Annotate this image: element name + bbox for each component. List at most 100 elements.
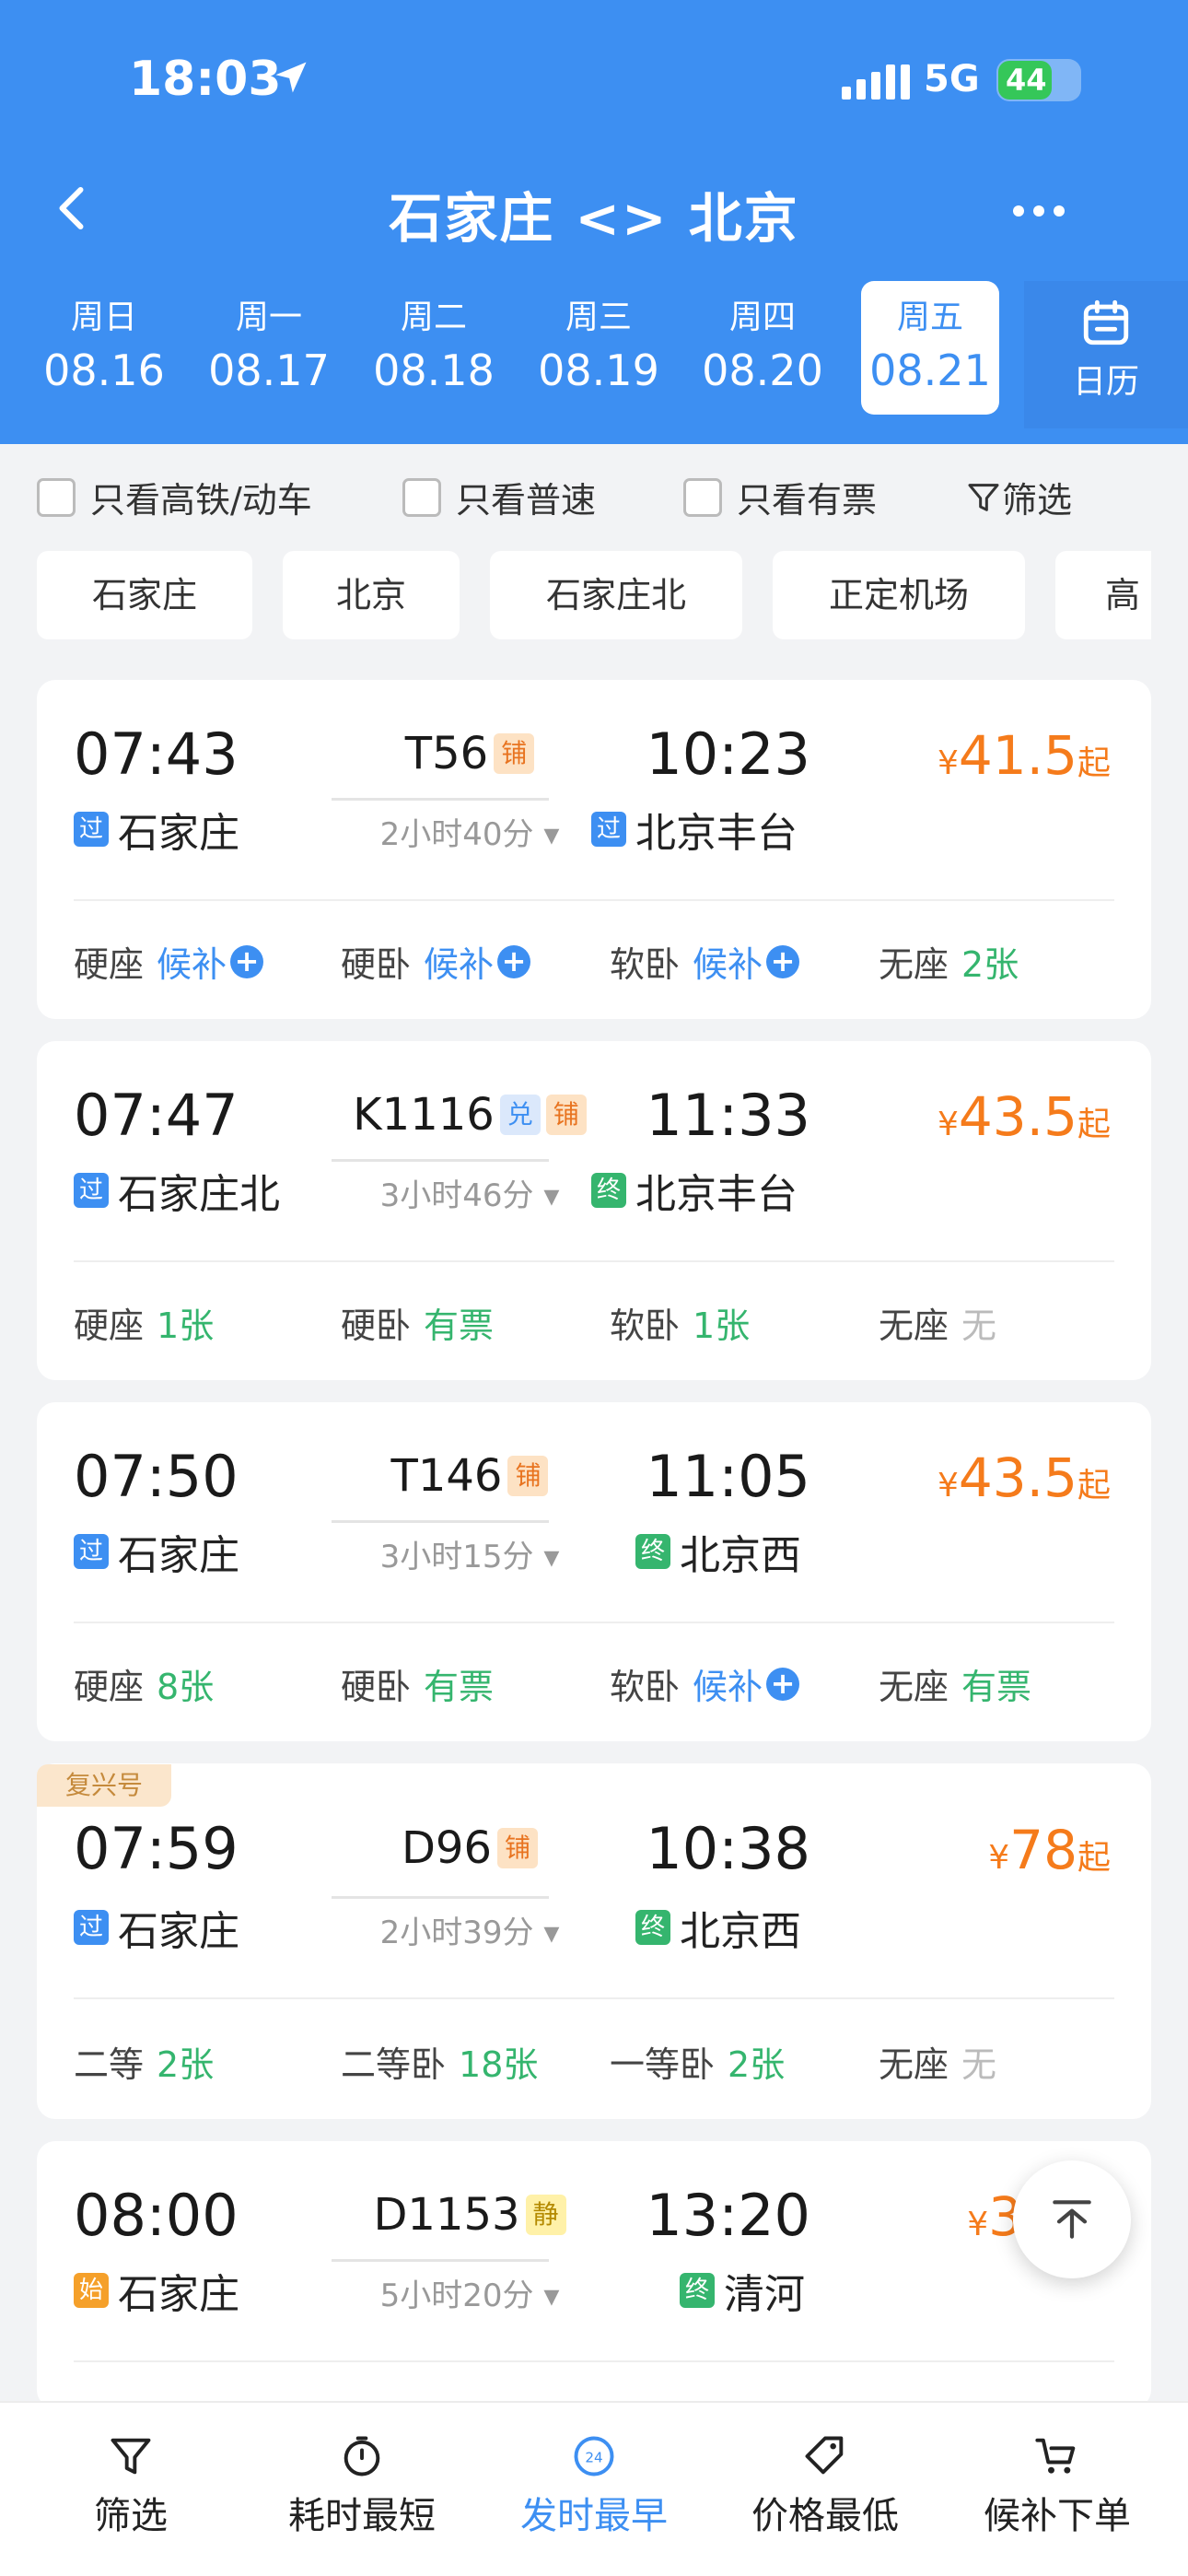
seat-info[interactable]: 无座 2张	[879, 936, 1019, 987]
departure-station: 过 石家庄	[74, 800, 239, 859]
duration[interactable]: 2小时39分 ▾	[332, 1907, 608, 1952]
seat-status: 有票	[424, 1306, 495, 1346]
bottom-sort-bar: 筛选 耗时最短 24 发时最早 价格最低 候补下单	[0, 2401, 1188, 2576]
network-type: 5G	[924, 58, 980, 100]
high-speed-checkbox[interactable]: 只看高铁/动车	[37, 472, 312, 522]
seat-info[interactable]: 软卧 候补 +	[610, 936, 800, 987]
date-tab-date: 08.17	[208, 345, 330, 395]
station-tag: 过	[74, 1534, 109, 1569]
seat-info[interactable]: 软卧 1张	[610, 1297, 750, 1348]
date-tab[interactable]: 周四 08.20	[693, 281, 832, 415]
plus-icon[interactable]: +	[766, 944, 800, 978]
station-chip[interactable]: 石家庄	[37, 551, 252, 639]
plus-icon[interactable]: +	[230, 944, 264, 978]
normal-speed-checkbox[interactable]: 只看普速	[402, 472, 596, 522]
date-tab-selected[interactable]: 周五 08.21	[861, 281, 999, 415]
date-tab[interactable]: 周一 08.17	[200, 281, 338, 415]
sort-earliest-button[interactable]: 24 发时最早	[493, 2425, 695, 2539]
more-dots-icon[interactable]	[1013, 203, 1074, 220]
train-card[interactable]: 07:50 T146 铺 11:05 ¥43.5起 过 石家庄 3小时15分 ▾…	[37, 1402, 1151, 1741]
price-suffix: 起	[1077, 1106, 1111, 1143]
date-tab[interactable]: 周日 08.16	[35, 281, 173, 415]
available-only-checkbox[interactable]: 只看有票	[683, 472, 877, 522]
seat-info[interactable]: 硬座 候补 +	[74, 936, 264, 987]
price-currency: ¥	[937, 1467, 959, 1505]
station-name: 北京西	[680, 1532, 801, 1579]
seat-status: 2张	[728, 2044, 786, 2085]
date-tab[interactable]: 周三 08.19	[530, 281, 668, 415]
duration[interactable]: 5小时20分 ▾	[332, 2270, 608, 2315]
seat-status: 候补	[693, 1667, 763, 1707]
plus-icon[interactable]: +	[497, 944, 531, 978]
station-tag: 终	[635, 1910, 670, 1945]
waitlist-order-button[interactable]: 候补下单	[956, 2425, 1159, 2539]
arrival-station: 终 清河	[680, 2261, 805, 2320]
bottom-filter-button[interactable]: 筛选	[29, 2425, 232, 2539]
seat-status: 有票	[424, 1667, 495, 1707]
duration-text: 2小时40分	[379, 816, 534, 853]
signal-icon	[842, 64, 915, 100]
duration[interactable]: 3小时15分 ▾	[332, 1531, 608, 1576]
bottom-item-label: 候补下单	[984, 2495, 1131, 2537]
station-tag: 终	[591, 1173, 626, 1208]
back-to-top-button[interactable]	[1013, 2160, 1131, 2278]
arrival-time: 10:23	[646, 720, 810, 788]
seat-info[interactable]: 硬座 8张	[74, 1658, 214, 1709]
station-chip[interactable]: 石家庄北	[490, 551, 742, 639]
checkbox-box	[402, 477, 441, 517]
calendar-button[interactable]: 日历	[1024, 281, 1188, 428]
price-value: 41.5	[958, 724, 1077, 787]
battery-level: 44	[998, 61, 1052, 100]
train-number-text: T146	[390, 1450, 503, 1502]
seat-status: 候补	[157, 944, 227, 985]
date-tab-date: 08.20	[702, 345, 823, 395]
seat-status: 1张	[157, 1306, 215, 1346]
train-number: T56 铺	[332, 728, 608, 779]
checkbox-box	[683, 477, 722, 517]
clock-24-icon: 24	[574, 2436, 614, 2476]
station-tag: 过	[74, 1173, 109, 1208]
duration[interactable]: 3小时46分 ▾	[332, 1170, 608, 1215]
filter-button[interactable]: 筛选	[965, 472, 1072, 522]
train-card[interactable]: 07:43 T56 铺 10:23 ¥41.5起 过 石家庄 2小时40分 ▾ …	[37, 680, 1151, 1019]
station-chip[interactable]: 高	[1055, 551, 1151, 639]
seat-info[interactable]: 无座 有票	[879, 1658, 1031, 1709]
seat-status: 2张	[157, 2044, 215, 2085]
seat-info[interactable]: 硬座 1张	[74, 1297, 214, 1348]
station-chip[interactable]: 正定机场	[773, 551, 1025, 639]
sort-shortest-button[interactable]: 耗时最短	[261, 2425, 463, 2539]
sort-lowest-price-button[interactable]: 价格最低	[724, 2425, 926, 2539]
date-tab[interactable]: 周二 08.18	[365, 281, 503, 415]
seat-type: 硬卧	[341, 944, 412, 985]
train-card[interactable]: 07:47 K1116 兑 铺 11:33 ¥43.5起 过 石家庄北 3小时4…	[37, 1041, 1151, 1380]
departure-station: 过 石家庄北	[74, 1161, 280, 1220]
station-name: 石家庄北	[118, 1171, 280, 1218]
checkbox-box	[37, 477, 76, 517]
battery-icon: 44	[996, 59, 1081, 101]
departure-time: 07:59	[74, 1815, 239, 1882]
seat-info[interactable]: 硬卧 有票	[341, 1658, 494, 1709]
train-card[interactable]: 08:00 D1153 静 13:20 ¥3 始 石家庄 5小时20分 ▾ 终 …	[37, 2141, 1151, 2408]
departure-time: 07:47	[74, 1082, 239, 1149]
seat-info[interactable]: 二等卧 18张	[341, 2036, 538, 2087]
seat-info[interactable]: 硬卧 候补 +	[341, 936, 531, 987]
station-tag: 过	[74, 1910, 109, 1945]
seat-info[interactable]: 硬卧 有票	[341, 1297, 494, 1348]
train-number-text: D96	[401, 1822, 493, 1874]
seat-status: 有票	[961, 1667, 1032, 1707]
seat-info[interactable]: 二等 2张	[74, 2036, 214, 2087]
arrival-time: 11:05	[646, 1443, 810, 1510]
seat-type: 无座	[879, 2044, 949, 2085]
duration[interactable]: 2小时40分 ▾	[332, 809, 608, 854]
svg-text:24: 24	[585, 2450, 602, 2466]
divider	[74, 2360, 1114, 2362]
seat-info[interactable]: 一等卧 2张	[610, 2036, 785, 2087]
price-suffix: 起	[1077, 1839, 1111, 1877]
seat-info[interactable]: 软卧 候补 +	[610, 1658, 800, 1709]
seat-type: 一等卧	[610, 2044, 716, 2085]
station-chip[interactable]: 北京	[283, 551, 460, 639]
date-tab-weekday: 周日	[70, 299, 137, 336]
plus-icon[interactable]: +	[766, 1667, 800, 1701]
train-card[interactable]: 07:59 D96 铺 10:38 ¥78起 过 石家庄 2小时39分 ▾ 终 …	[37, 1763, 1151, 2119]
price: ¥78起	[988, 1819, 1111, 1881]
